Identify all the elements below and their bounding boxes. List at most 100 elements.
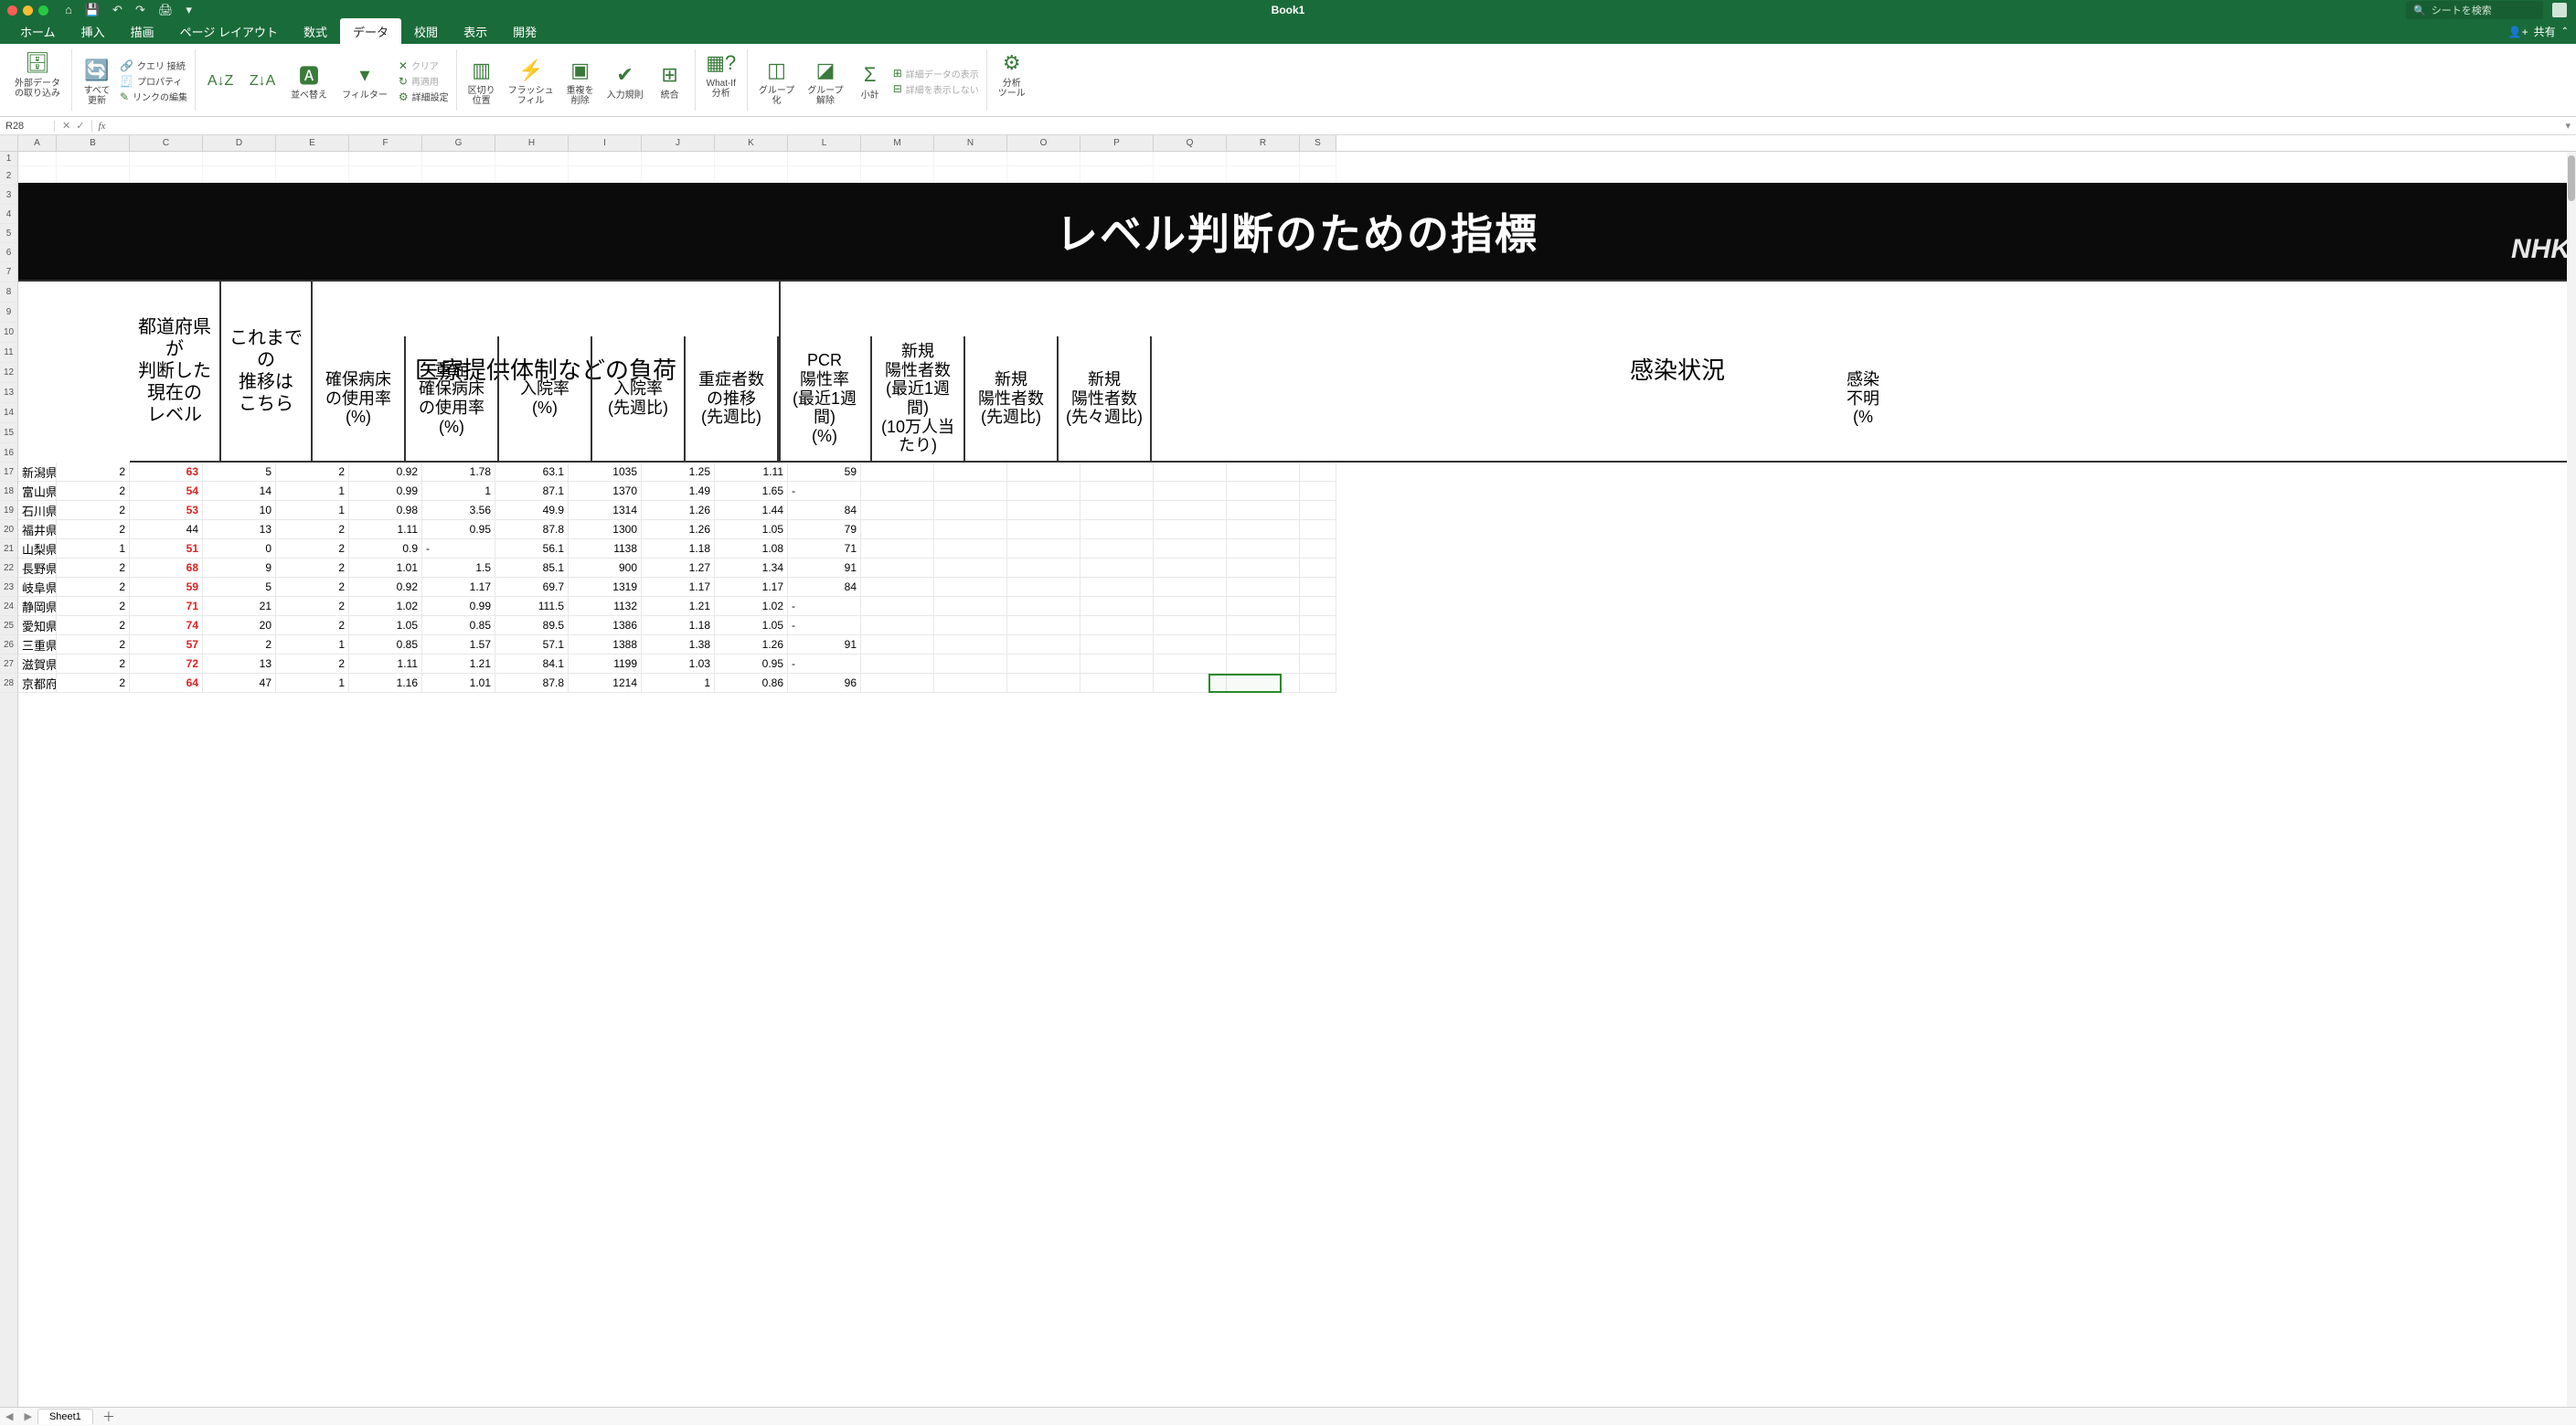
cell[interactable] [1080,186,1154,205]
cell[interactable] [1007,186,1080,205]
cell[interactable] [1080,501,1154,520]
cell[interactable]: 2 [57,520,130,539]
cell[interactable] [57,423,130,443]
cell[interactable] [642,186,715,205]
cell[interactable] [1154,383,1227,403]
cell[interactable]: 57.1 [495,635,569,654]
cell[interactable] [1227,303,1300,323]
cell[interactable] [715,166,788,186]
cell[interactable] [422,152,495,166]
cell[interactable] [1080,243,1154,262]
cell[interactable] [130,262,203,282]
cell[interactable] [788,224,861,243]
cell[interactable] [422,166,495,186]
cell[interactable] [130,303,203,323]
cell[interactable] [57,224,130,243]
cell[interactable] [1154,166,1227,186]
row-header[interactable]: 8 [0,282,17,303]
row-header[interactable]: 1 [0,152,17,166]
cell[interactable] [495,323,569,343]
cell[interactable]: 京都府 [18,674,57,693]
cell[interactable] [1080,654,1154,674]
cell[interactable] [495,186,569,205]
cell[interactable]: 54 [130,482,203,501]
cell[interactable] [642,166,715,186]
cell[interactable]: 1 [276,482,349,501]
cell[interactable] [57,363,130,383]
cell[interactable]: 20 [203,616,276,635]
cell[interactable] [1007,423,1080,443]
cell[interactable] [1300,501,1336,520]
cell[interactable] [861,224,934,243]
cell[interactable] [788,363,861,383]
cell[interactable] [18,423,57,443]
cell[interactable] [495,224,569,243]
cell[interactable] [1227,343,1300,363]
row-header[interactable]: 6 [0,243,17,262]
cell[interactable] [18,403,57,423]
redo-icon[interactable]: ↷ [135,3,145,17]
row-header[interactable]: 18 [0,482,17,501]
cell[interactable]: 0.9 [349,539,422,559]
cell[interactable]: 1.49 [642,482,715,501]
cell[interactable]: 富山県 [18,482,57,501]
cell[interactable]: 2 [57,616,130,635]
cell[interactable] [1080,539,1154,559]
cell[interactable]: 3.56 [422,501,495,520]
cell[interactable] [934,539,1007,559]
cell[interactable] [349,403,422,423]
cell[interactable] [934,262,1007,282]
row-header[interactable]: 19 [0,501,17,520]
cell[interactable] [1007,303,1080,323]
cell[interactable] [1300,363,1336,383]
cell[interactable] [1300,166,1336,186]
cell[interactable]: 長野県 [18,559,57,578]
cell[interactable]: 1.05 [349,616,422,635]
cell[interactable] [1080,166,1154,186]
cell[interactable]: 1.21 [422,654,495,674]
column-header-P[interactable]: P [1080,135,1154,151]
cell[interactable]: 1.08 [715,539,788,559]
cell[interactable] [1080,205,1154,224]
tab-draw[interactable]: 描画 [118,18,167,44]
cell[interactable] [276,224,349,243]
row-header[interactable]: 17 [0,463,17,482]
cell[interactable] [642,282,715,303]
cell[interactable]: 26 [203,443,276,463]
column-header-K[interactable]: K [715,135,788,151]
cell[interactable] [57,166,130,186]
cell[interactable] [1007,224,1080,243]
cell[interactable] [203,262,276,282]
row-header[interactable]: 24 [0,597,17,616]
cell[interactable] [1227,403,1300,423]
cell[interactable]: 1.03 [642,654,715,674]
cell[interactable] [130,224,203,243]
flash-fill-button[interactable]: ⚡フラッシュ フィル [505,55,558,108]
group-button[interactable]: ◫グループ 化 [755,55,798,108]
grid[interactable]: 神奈川県2892671.970.8322.47510.870.7394新潟県26… [18,152,2576,1407]
cell[interactable] [1300,383,1336,403]
cell[interactable]: 7 [276,443,349,463]
cell[interactable] [130,403,203,423]
cell[interactable] [569,152,642,166]
cell[interactable]: 1.18 [642,616,715,635]
cell[interactable] [422,282,495,303]
cell[interactable] [422,186,495,205]
cell[interactable]: 1.38 [642,635,715,654]
tab-view[interactable]: 表示 [451,18,500,44]
cell[interactable] [934,323,1007,343]
cell[interactable] [1154,674,1227,693]
cell[interactable]: 2 [276,520,349,539]
cell[interactable]: 0.83 [422,443,495,463]
cell[interactable] [1154,423,1227,443]
cell[interactable] [1300,578,1336,597]
cell[interactable] [715,403,788,423]
column-header-F[interactable]: F [349,135,422,151]
cancel-formula-icon[interactable]: ✕ [62,120,70,132]
consolidate-button[interactable]: ⊞統合 [653,59,687,102]
cell[interactable] [1080,383,1154,403]
tab-insert[interactable]: 挿入 [69,18,118,44]
cell[interactable]: 1388 [569,635,642,654]
row-header[interactable]: 15 [0,423,17,443]
cell[interactable]: 111.5 [495,597,569,616]
